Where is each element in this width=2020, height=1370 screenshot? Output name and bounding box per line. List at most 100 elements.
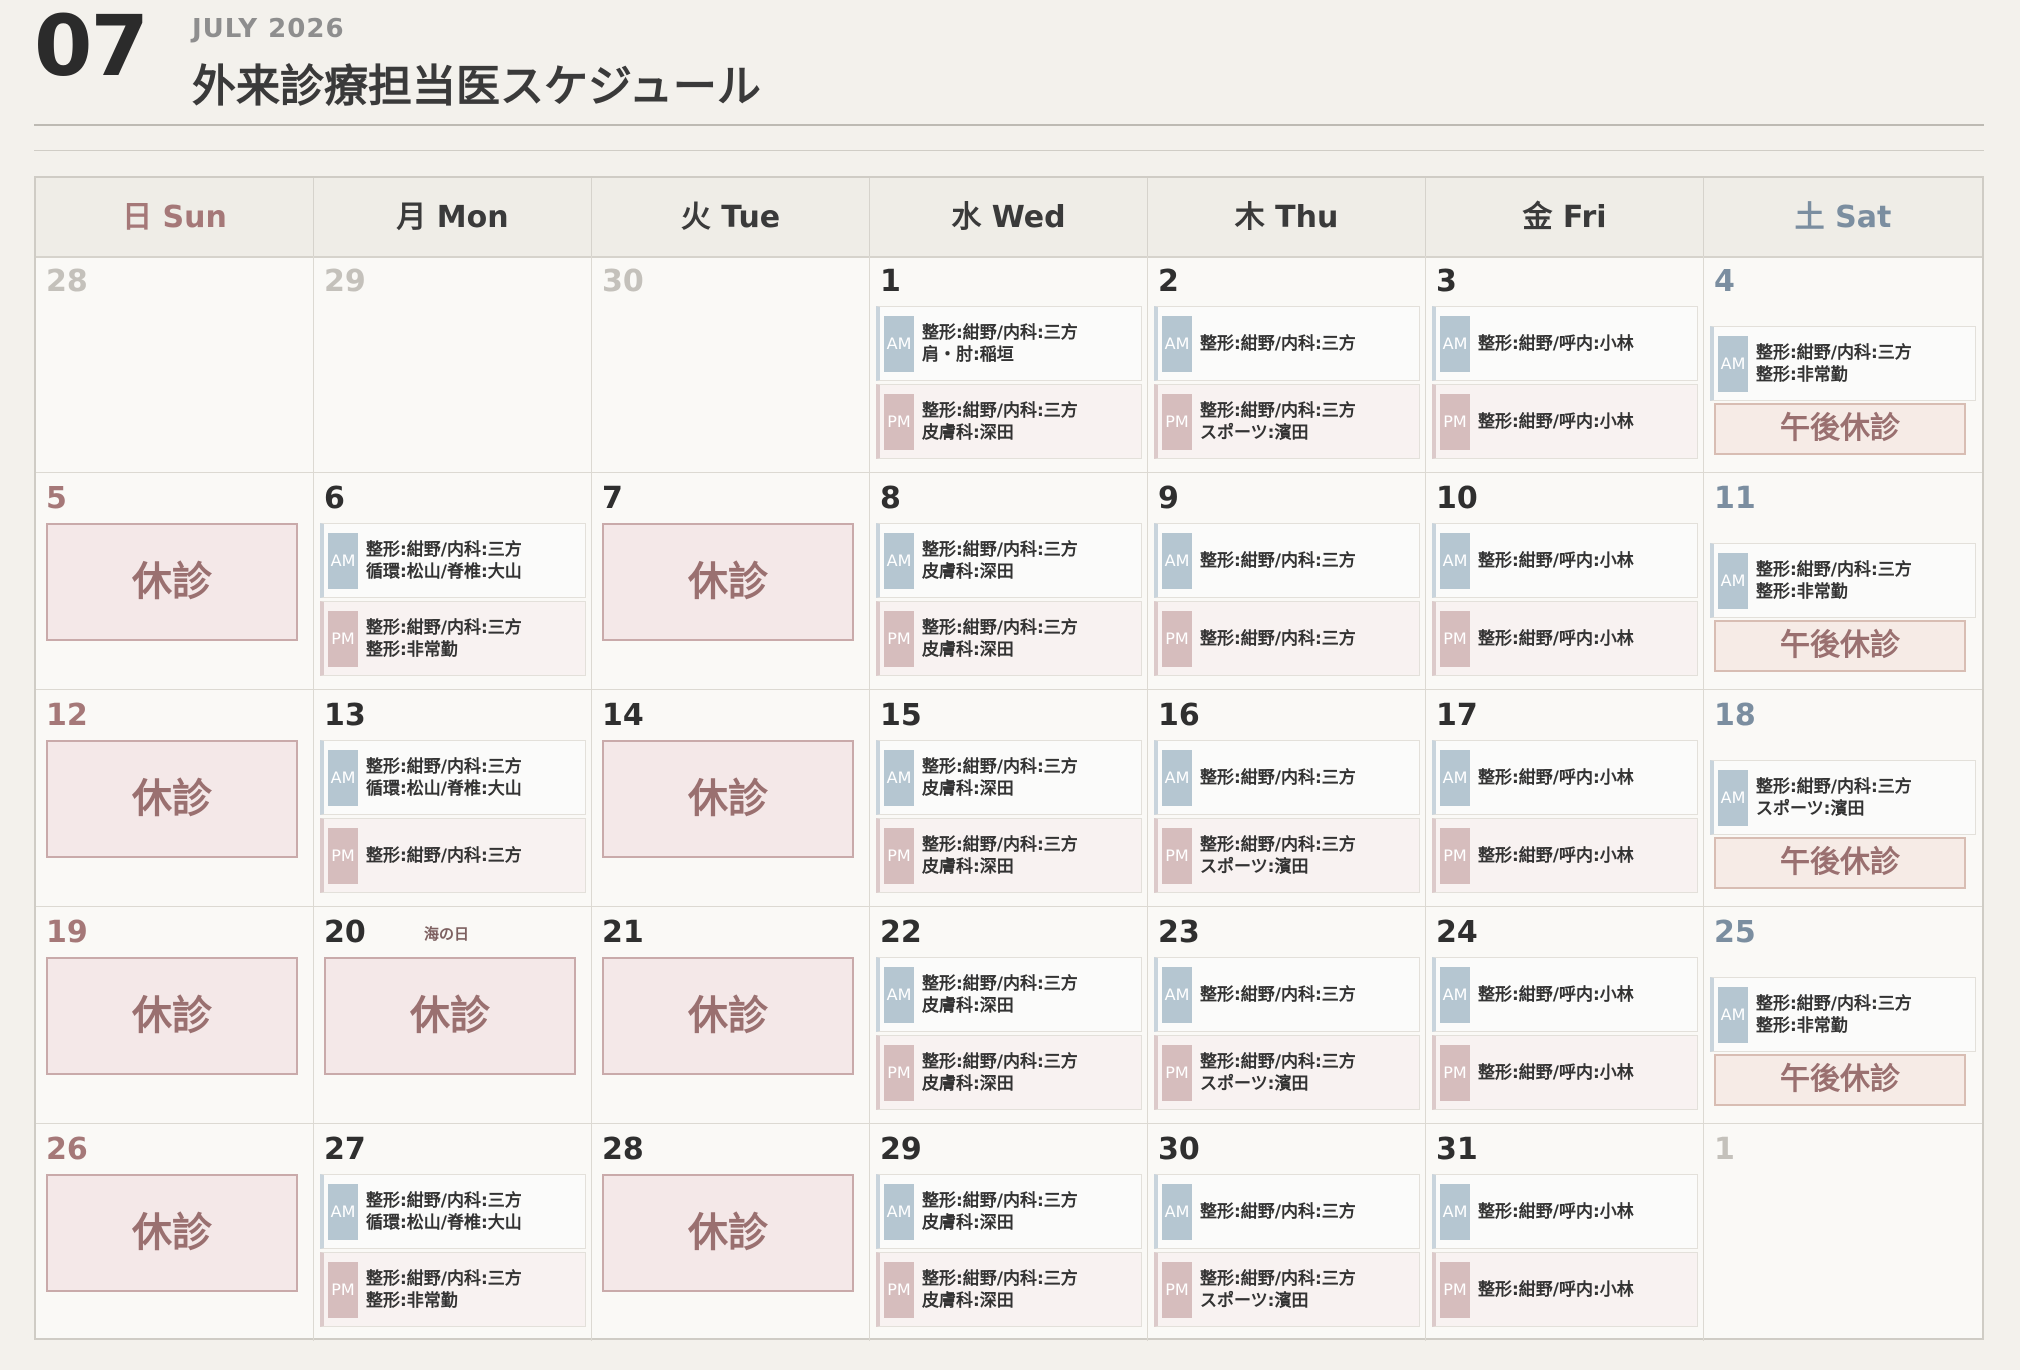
pm-slot: PM 整形:紺野/内科:三方 スポーツ:濱田 [1154, 818, 1420, 893]
day-cell[interactable]: 24 AM 整形:紺野/呼内:小林 PM 整形:紺野/呼内:小林 [1426, 907, 1704, 1124]
doctor-line: 整形:紺野/呼内:小林 [1478, 767, 1634, 788]
day-cell[interactable]: 30 [592, 256, 870, 473]
am-slot: AM 整形:紺野/内科:三方 皮膚科:深田 [876, 740, 1142, 815]
pm-tag: PM [1162, 394, 1192, 450]
pm-slot: PM 整形:紺野/内科:三方 皮膚科:深田 [876, 818, 1142, 893]
pm-tag: PM [328, 1262, 358, 1318]
doctor-line: 整形:紺野/内科:三方 [1200, 400, 1356, 421]
doctor-line: 皮膚科:深田 [922, 995, 1014, 1016]
doctor-line: 整形:紺野/内科:三方 [922, 1051, 1078, 1072]
day-number: 13 [324, 698, 366, 733]
am-slot: AM 整形:紺野/内科:三方 [1154, 523, 1420, 598]
doctor-line: 整形:紺野/内科:三方 [1200, 1051, 1356, 1072]
day-number: 25 [1714, 915, 1756, 950]
closed-badge: 休診 [602, 523, 854, 641]
day-cell[interactable]: 19 休診 [36, 907, 314, 1124]
day-cell[interactable]: 7 休診 [592, 473, 870, 690]
doctor-line: 整形:紺野/内科:三方 [366, 845, 522, 866]
pm-tag: PM [1440, 828, 1470, 884]
day-cell[interactable]: 31 AM 整形:紺野/呼内:小林 PM 整形:紺野/呼内:小林 [1426, 1124, 1704, 1341]
day-number: 30 [1158, 1132, 1200, 1167]
day-cell[interactable]: 16 AM 整形:紺野/内科:三方 PM 整形:紺野/内科:三方 スポーツ:濱田 [1148, 690, 1426, 907]
day-cell[interactable]: 12 休診 [36, 690, 314, 907]
day-number: 15 [880, 698, 922, 733]
calendar-grid: 日 Sun 月 Mon 火 Tue 水 Wed 木 Thu 金 Fri 土 Sat 28 29… [34, 176, 1984, 1341]
pm-tag: PM [1162, 1045, 1192, 1101]
slot-doctors: 整形:紺野/内科:三方 [1200, 524, 1415, 597]
header-divider [34, 124, 1984, 126]
day-cell[interactable]: 17 AM 整形:紺野/呼内:小林 PM 整形:紺野/呼内:小林 [1426, 690, 1704, 907]
day-cell[interactable]: 25 AM 整形:紺野/内科:三方 整形:非常勤 午後休診 [1704, 907, 1982, 1124]
day-cell[interactable]: 15 AM 整形:紺野/内科:三方 皮膚科:深田 PM 整形:紺野/内科:三方 皮膚科:深田 [870, 690, 1148, 907]
am-slot: AM 整形:紺野/内科:三方 [1154, 1174, 1420, 1249]
am-tag: AM [884, 316, 914, 372]
pm-tag: PM [884, 394, 914, 450]
day-cell[interactable]: 2 AM 整形:紺野/内科:三方 PM 整形:紺野/内科:三方 スポーツ:濱田 [1148, 256, 1426, 473]
day-cell[interactable]: 18 AM 整形:紺野/内科:三方 スポーツ:濱田 午後休診 [1704, 690, 1982, 907]
page-header: 07 JULY 2026 外来診療担当医スケジュール [0, 0, 2020, 180]
slot-doctors: 整形:紺野/呼内:小林 [1478, 1036, 1693, 1109]
slot-doctors: 整形:紺野/内科:三方 スポーツ:濱田 [1200, 385, 1415, 458]
slot-doctors: 整形:紺野/呼内:小林 [1478, 741, 1693, 814]
am-tag: AM [884, 533, 914, 589]
day-cell[interactable]: 30 AM 整形:紺野/内科:三方 PM 整形:紺野/内科:三方 スポーツ:濱田 [1148, 1124, 1426, 1341]
weekday-header-row: 日 Sun 月 Mon 火 Tue 水 Wed 木 Thu 金 Fri 土 Sat [36, 178, 1982, 258]
day-cell[interactable]: 4 AM 整形:紺野/内科:三方 整形:非常勤 午後休診 [1704, 256, 1982, 473]
am-slot: AM 整形:紺野/内科:三方 [1154, 957, 1420, 1032]
day-cell[interactable]: 28 [36, 256, 314, 473]
day-cell[interactable]: 8 AM 整形:紺野/内科:三方 皮膚科:深田 PM 整形:紺野/内科:三方 皮膚科:深田 [870, 473, 1148, 690]
weekday-header-wed: 水 Wed [870, 178, 1148, 256]
am-tag: AM [1162, 750, 1192, 806]
slot-doctors: 整形:紺野/内科:三方 スポーツ:濱田 [1200, 1253, 1415, 1326]
doctor-line: 整形:紺野/内科:三方 [1200, 1268, 1356, 1289]
am-tag: AM [884, 1184, 914, 1240]
day-cell[interactable]: 26 休診 [36, 1124, 314, 1341]
day-cell[interactable]: 20 海の日 休診 [314, 907, 592, 1124]
day-number: 19 [46, 915, 88, 950]
pm-tag: PM [1440, 611, 1470, 667]
day-cell[interactable]: 3 AM 整形:紺野/呼内:小林 PM 整形:紺野/呼内:小林 [1426, 256, 1704, 473]
day-number: 28 [602, 1132, 644, 1167]
day-cell[interactable]: 29 AM 整形:紺野/内科:三方 皮膚科:深田 PM 整形:紺野/内科:三方 皮膚科:深田 [870, 1124, 1148, 1341]
slot-doctors: 整形:紺野/内科:三方 皮膚科:深田 [922, 524, 1137, 597]
doctor-line: スポーツ:濱田 [1200, 856, 1309, 877]
slot-doctors: 整形:紺野/内科:三方 皮膚科:深田 [922, 958, 1137, 1031]
day-cell[interactable]: 29 [314, 256, 592, 473]
day-cell[interactable]: 21 休診 [592, 907, 870, 1124]
slot-doctors: 整形:紺野/内科:三方 整形:非常勤 [1756, 978, 1971, 1051]
pm-slot: PM 整形:紺野/内科:三方 皮膚科:深田 [876, 1252, 1142, 1327]
pm-slot: PM 整形:紺野/内科:三方 [320, 818, 586, 893]
am-slot: AM 整形:紺野/呼内:小林 [1432, 740, 1698, 815]
am-slot: AM 整形:紺野/内科:三方 整形:非常勤 [1710, 977, 1976, 1052]
day-cell[interactable]: 14 休診 [592, 690, 870, 907]
closed-badge: 休診 [46, 1174, 298, 1292]
doctor-line: 整形:紺野/内科:三方 [366, 617, 522, 638]
day-cell[interactable]: 1 [1704, 1124, 1982, 1341]
day-cell[interactable]: 28 休診 [592, 1124, 870, 1341]
slot-doctors: 整形:紺野/呼内:小林 [1478, 307, 1693, 380]
am-slot: AM 整形:紺野/内科:三方 循環:松山/脊椎:大山 [320, 740, 586, 815]
doctor-line: 整形:紺野/内科:三方 [366, 1190, 522, 1211]
day-cell[interactable]: 27 AM 整形:紺野/内科:三方 循環:松山/脊椎:大山 PM 整形:紺野/内科:三方整… [314, 1124, 592, 1341]
day-number: 8 [880, 481, 901, 516]
day-cell[interactable]: 13 AM 整形:紺野/内科:三方 循環:松山/脊椎:大山 PM 整形:紺野/内科:三方 [314, 690, 592, 907]
day-cell[interactable]: 10 AM 整形:紺野/呼内:小林 PM 整形:紺野/呼内:小林 [1426, 473, 1704, 690]
day-cell[interactable]: 6 AM 整形:紺野/内科:三方 循環:松山/脊椎:大山 PM 整形:紺野/内科:三方 整形… [314, 473, 592, 690]
day-cell[interactable]: 1 AM 整形:紺野/内科:三方 肩・肘:稲垣 PM 整形:紺野/内科:三方 皮膚科:深田 [870, 256, 1148, 473]
doctor-line: 整形:紺野/内科:三方 [922, 973, 1078, 994]
am-tag: AM [1440, 316, 1470, 372]
day-cell[interactable]: 9 AM 整形:紺野/内科:三方 PM 整形:紺野/内科:三方 [1148, 473, 1426, 690]
afternoon-closed-badge: 午後休診 [1714, 403, 1966, 455]
pm-slot: PM 整形:紺野/内科:三方 スポーツ:濱田 [1154, 1252, 1420, 1327]
pm-tag: PM [328, 828, 358, 884]
am-slot: AM 整形:紺野/内科:三方 整形:非常勤 [1710, 543, 1976, 618]
slot-doctors: 整形:紺野/内科:三方 肩・肘:稲垣 [922, 307, 1137, 380]
day-cell[interactable]: 11 AM 整形:紺野/内科:三方 整形:非常勤 午後休診 [1704, 473, 1982, 690]
day-cell[interactable]: 5 休診 [36, 473, 314, 690]
day-cell[interactable]: 23 AM 整形:紺野/内科:三方 PM 整形:紺野/内科:三方 スポーツ:濱田 [1148, 907, 1426, 1124]
am-slot: AM 整形:紺野/内科:三方 皮膚科:深田 [876, 523, 1142, 598]
day-cell[interactable]: 22 AM 整形:紺野/内科:三方 皮膚科:深田 PM 整形:紺野/内科:三方 皮膚科:深田 [870, 907, 1148, 1124]
pm-tag: PM [328, 611, 358, 667]
doctor-line: 整形:紺野/内科:三方 [922, 617, 1078, 638]
day-number: 4 [1714, 264, 1735, 299]
